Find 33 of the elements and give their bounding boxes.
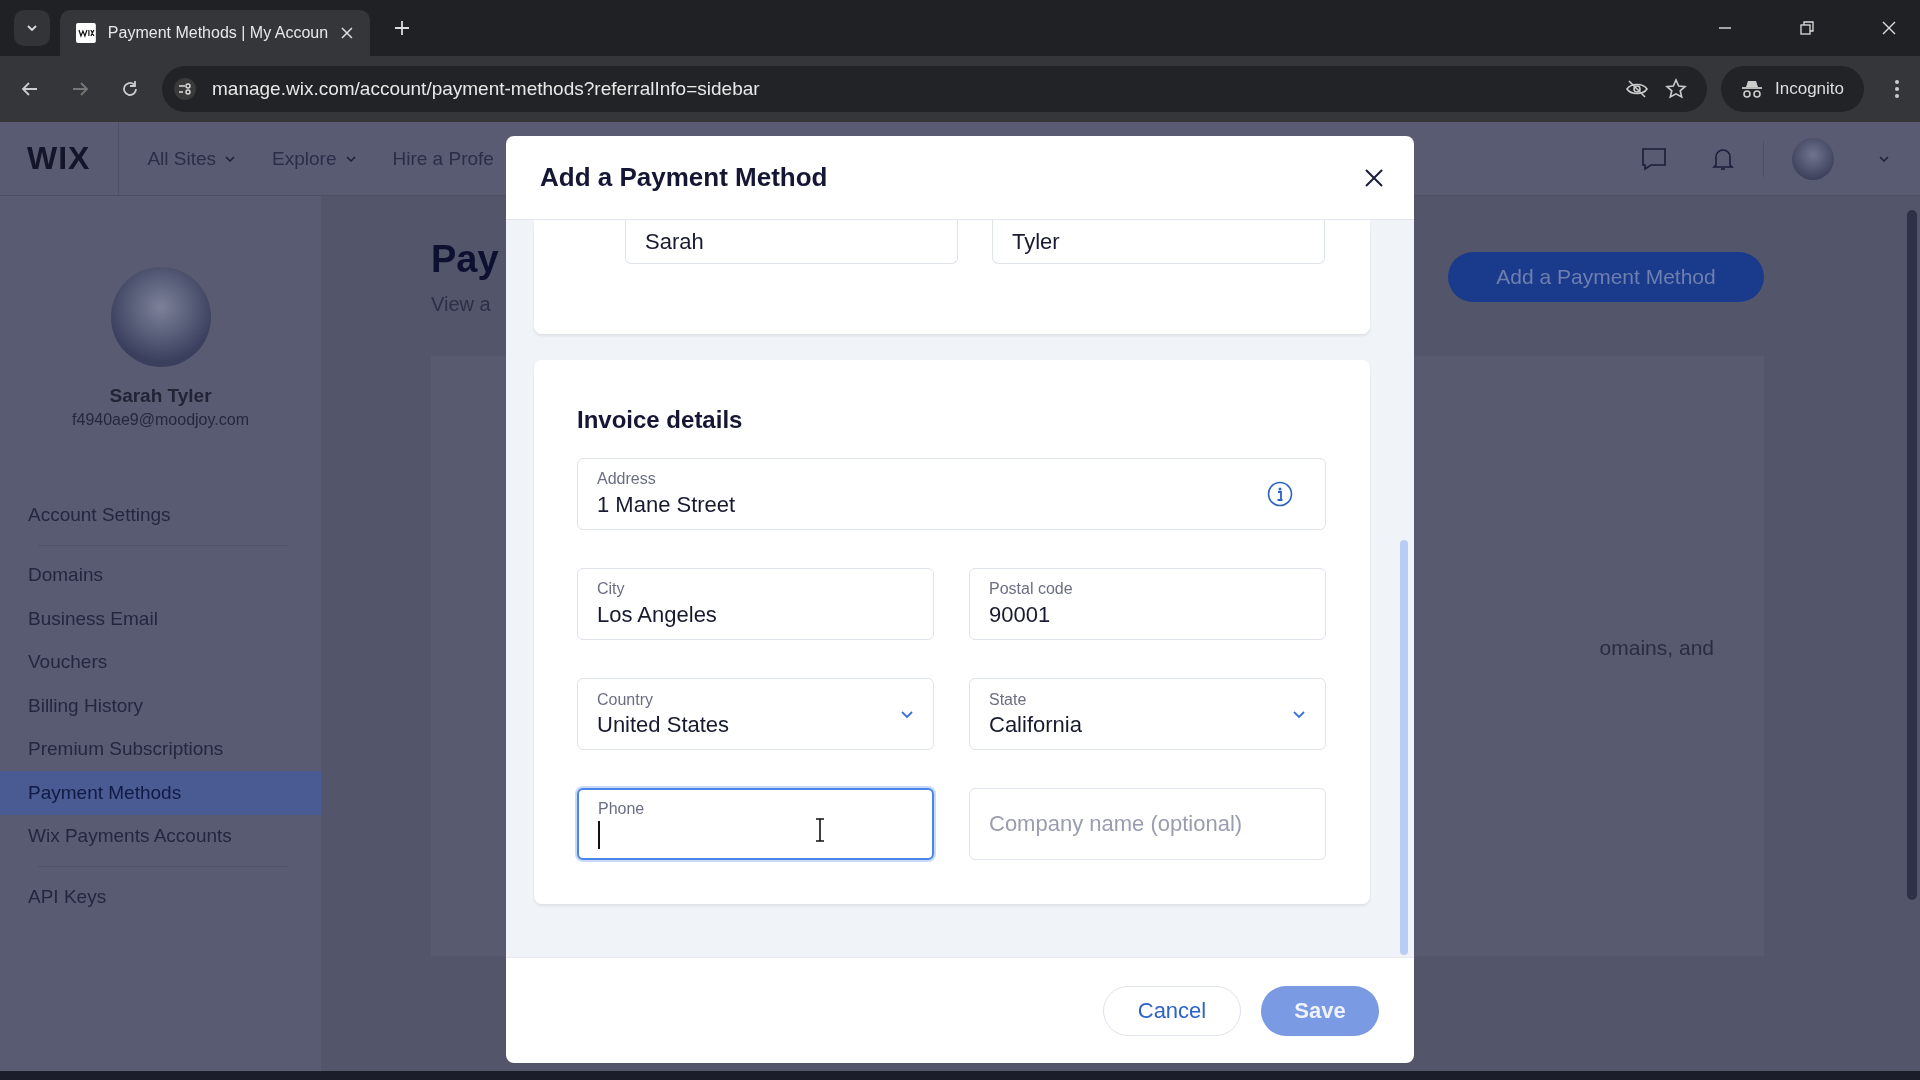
- country-field[interactable]: Country United States: [577, 678, 934, 750]
- browser-tab[interactable]: Payment Methods | My Accoun: [60, 10, 370, 56]
- close-icon[interactable]: [1364, 167, 1384, 188]
- address-bar[interactable]: manage.wix.com/account/payment-methods?referralInfo=sidebar: [162, 66, 1707, 112]
- sidebar-item[interactable]: Payment Methods: [0, 771, 321, 815]
- dialog-title: Add a Payment Method: [540, 162, 828, 193]
- address-field[interactable]: Address 1 Mane Street: [577, 458, 1326, 530]
- more-icon[interactable]: [1894, 79, 1900, 99]
- section-heading: Invoice details: [577, 406, 744, 434]
- scrollbar[interactable]: [1400, 540, 1408, 955]
- star-icon[interactable]: [1665, 78, 1687, 100]
- site-settings-icon[interactable]: [174, 78, 196, 100]
- reload-icon[interactable]: [120, 79, 140, 99]
- incognito-icon: [1741, 79, 1763, 99]
- wix-logo[interactable]: WIX: [27, 140, 91, 177]
- name-field[interactable]: Sarah: [625, 220, 958, 264]
- company-name-optional-field[interactable]: Company name (optional): [969, 788, 1326, 860]
- restore-icon[interactable]: [1800, 21, 1814, 35]
- user-name: Sarah Tyler: [109, 385, 212, 407]
- city-field[interactable]: City Los Angeles: [577, 568, 934, 640]
- text-cursor-icon: [815, 818, 825, 842]
- add-payment-method-button[interactable]: Add a Payment Method: [1448, 252, 1764, 302]
- phone-field[interactable]: Phone: [577, 788, 934, 860]
- new-tab-icon[interactable]: [394, 20, 410, 36]
- eye-slash-icon[interactable]: [1625, 79, 1649, 99]
- postal-code-field[interactable]: Postal code 90001: [969, 568, 1326, 640]
- wix-favicon-icon: [76, 23, 96, 43]
- page-title: Pay: [431, 238, 499, 281]
- name-field[interactable]: Tyler: [992, 220, 1325, 264]
- info-icon[interactable]: [1267, 481, 1293, 507]
- incognito-button[interactable]: Incognito: [1721, 66, 1864, 112]
- cancel-button[interactable]: Cancel: [1103, 985, 1241, 1036]
- state-field[interactable]: State California: [969, 678, 1326, 750]
